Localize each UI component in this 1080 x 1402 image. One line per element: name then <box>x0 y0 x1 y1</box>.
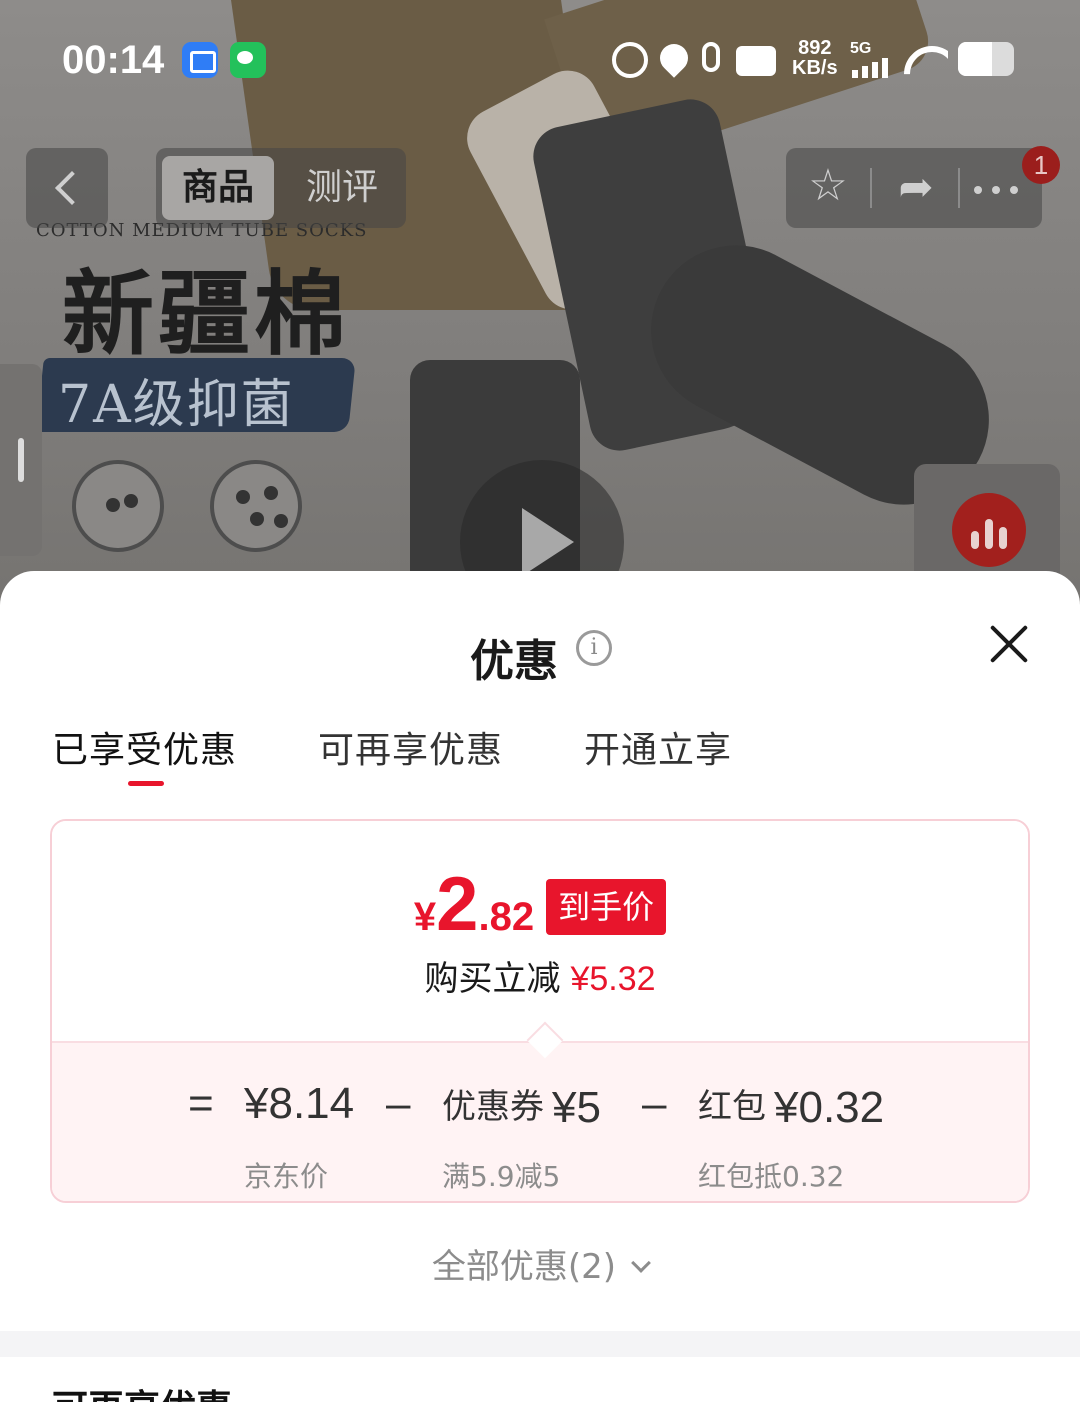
coupon-value: ¥5 <box>552 1083 601 1132</box>
tab-more-discounts[interactable]: 可再享优惠 <box>318 721 503 773</box>
microphone-icon <box>702 42 720 72</box>
signal-icon <box>852 58 888 78</box>
final-price-section: ¥2.82 到手价 购买立减 ¥5.32 <box>52 821 1028 1041</box>
battery-icon <box>958 42 1014 76</box>
coupon-name: 优惠券 <box>442 1087 544 1127</box>
wechat-icon <box>230 42 266 78</box>
saving-amount: ¥5.32 <box>570 960 656 998</box>
discount-sheet: 优惠 i 已享受优惠 可再享优惠 开通立享 ¥2.82 到手价 购买立减 ¥5.32… <box>0 571 1080 1402</box>
price-formula: = ¥8.14 – 优惠券 ¥5 – 红包 ¥0.32 京东价 满5.9减5 红包抵… <box>52 1041 1028 1201</box>
status-bar: 00:14 892 KB/s 5G <box>0 28 1080 92</box>
share-icon[interactable]: ➦ <box>890 162 942 212</box>
camera-icon <box>736 46 776 76</box>
sheet-title: 优惠 <box>470 636 558 687</box>
final-price: ¥2.82 到手价 <box>52 861 1028 948</box>
price-currency: ¥ <box>413 895 437 939</box>
screen-share-icon <box>182 42 218 78</box>
network-speed-unit: KB/s <box>792 57 838 79</box>
hero-title: 新疆棉 <box>62 260 351 368</box>
saving-row: 购买立减 ¥5.32 <box>52 951 1028 1000</box>
product-hero-image: COTTON MEDIUM TUBE SOCKS 新疆棉 7A级抑菌 <box>0 0 1080 640</box>
redpacket-amount: 红包 ¥0.32 <box>698 1079 884 1133</box>
redpacket-value: ¥0.32 <box>774 1083 885 1132</box>
back-button[interactable] <box>26 148 108 228</box>
price-breakdown-card: ¥2.82 到手价 购买立减 ¥5.32 = ¥8.14 – 优惠券 ¥5 – 红包 ¥… <box>50 819 1030 1203</box>
redpacket-name: 红包 <box>698 1087 766 1127</box>
notification-badge: 1 <box>1022 146 1060 184</box>
alarm-icon <box>612 42 648 78</box>
tab-enjoyed-discounts[interactable]: 已享受优惠 <box>52 721 237 773</box>
minus-sign: – <box>386 1079 411 1128</box>
nav-actions: ☆ ➦ <box>786 148 1042 228</box>
side-drawer-handle[interactable] <box>0 364 42 556</box>
final-price-tag: 到手价 <box>546 879 667 935</box>
minus-sign: – <box>642 1079 667 1128</box>
chevron-down-icon <box>631 1253 651 1273</box>
section-divider <box>0 1331 1080 1357</box>
nav-divider <box>870 168 872 208</box>
tab-review[interactable]: 测评 <box>292 156 392 220</box>
tab-product[interactable]: 商品 <box>162 156 274 220</box>
hero-grade-text: 7A级抑菌 <box>58 375 295 435</box>
info-icon[interactable]: i <box>576 630 612 666</box>
price-integer: 2 <box>436 862 479 947</box>
favorite-star-icon[interactable]: ☆ <box>804 162 852 210</box>
active-tab-indicator <box>128 781 164 786</box>
nav-divider <box>958 168 960 208</box>
coupon-amount: 优惠券 ¥5 <box>442 1079 601 1133</box>
coupon-rule: 满5.9减5 <box>442 1160 561 1193</box>
status-time: 00:14 <box>62 38 165 82</box>
more-discounts-heading: 可再享优惠 <box>52 1379 232 1402</box>
wifi-icon <box>904 42 948 78</box>
more-icon[interactable] <box>974 186 1018 194</box>
all-offers-label: 全部优惠(2) <box>431 1247 617 1287</box>
close-icon[interactable] <box>986 621 1032 667</box>
product-tabs: 商品 测评 <box>156 148 406 228</box>
equals-sign: = <box>188 1079 214 1128</box>
hero-feature-icon <box>72 460 164 552</box>
network-speed-value: 892 <box>798 37 832 59</box>
base-price-label: 京东价 <box>244 1160 329 1193</box>
saving-label: 购买立减 <box>424 959 561 999</box>
all-offers-toggle[interactable]: 全部优惠(2) <box>0 1239 1080 1288</box>
ranking-chart-icon <box>952 493 1026 567</box>
location-icon <box>654 38 694 78</box>
network-speed: 892 KB/s <box>792 37 838 78</box>
base-price: ¥8.14 <box>244 1079 355 1128</box>
tab-open-to-enjoy[interactable]: 开通立享 <box>584 721 732 773</box>
hero-feature-icon <box>210 460 302 552</box>
redpacket-rule: 红包抵0.32 <box>698 1160 845 1193</box>
price-decimal: .82 <box>478 895 535 939</box>
